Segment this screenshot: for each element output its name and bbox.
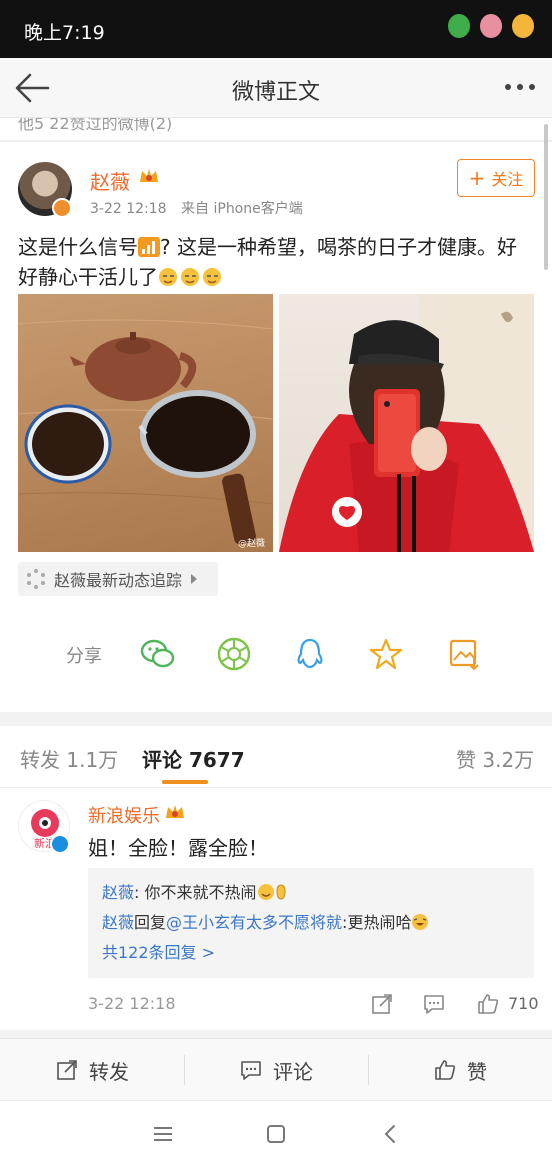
share-comment-icon[interactable]	[370, 992, 394, 1016]
status-icons	[448, 14, 534, 38]
post-source: 来自 iPhone客户端	[181, 201, 303, 217]
qq-icon[interactable]	[292, 636, 328, 672]
divider	[0, 140, 552, 142]
post-meta: 3-22 12:18 来自 iPhone客户端	[90, 198, 313, 218]
like-button[interactable]: 赞	[368, 1039, 552, 1101]
crown-icon	[140, 169, 158, 182]
more-icon[interactable]	[500, 72, 540, 102]
author-name[interactable]: 赵薇	[90, 166, 130, 195]
comment-text: 姐！全脸！露全脸！	[88, 836, 268, 860]
share-label: 分享	[66, 646, 102, 667]
moments-icon[interactable]	[216, 636, 252, 672]
tab-repost[interactable]: 转发 1.1万	[20, 744, 118, 773]
home-icon[interactable]	[263, 1121, 289, 1147]
cut-off-row: 他5 22赞过的微博(2)	[0, 118, 552, 132]
loading-icon	[27, 569, 45, 589]
repost-icon	[57, 1060, 77, 1080]
reply-box[interactable]: 赵薇: 你不来就不热闹 赵薇回复@王小玄有太多不愿将就:更热闹哈 共122条回复…	[88, 868, 534, 978]
reply-user[interactable]: 赵薇	[102, 913, 134, 932]
section-gap	[0, 712, 552, 726]
divider	[0, 1030, 552, 1038]
tracker-label: 赵薇最新动态追踪	[54, 571, 183, 590]
status-bar: 晚上7:19	[0, 0, 552, 58]
like-label: 赞	[467, 1059, 487, 1084]
tab-like[interactable]: 赞 3.2万	[456, 744, 534, 773]
laugh-emoji-icon	[257, 884, 286, 900]
laugh-cry-emoji-icon	[412, 914, 429, 930]
reply-separator: :	[134, 883, 145, 902]
comment-button[interactable]: 评论	[184, 1039, 368, 1101]
commenter-verified-icon	[50, 834, 70, 854]
system-nav-bar	[0, 1100, 552, 1166]
watermark: @赵薇	[238, 537, 265, 549]
reply-item: 赵薇: 你不来就不热闹	[102, 878, 520, 908]
wechat-icon[interactable]	[140, 636, 176, 672]
reply-action: 回复	[134, 913, 167, 932]
reply-item: 赵薇回复@王小玄有太多不愿将就:更热闹哈	[102, 908, 520, 938]
cat-icon	[512, 14, 534, 38]
plus-icon: +	[468, 166, 486, 190]
follow-button[interactable]: + 关注	[457, 159, 535, 197]
post-text-part-1: 这是什么信号	[18, 235, 138, 259]
follow-label: 关注	[491, 170, 524, 189]
repost-button[interactable]: 转发	[0, 1039, 184, 1101]
thumbs-up-icon	[435, 1060, 456, 1080]
clover-icon	[448, 14, 470, 38]
post-text: 这是什么信号? 这是一种希望，喝茶的日子才健康。好好静心干活儿了	[18, 232, 534, 292]
selfie-illustration	[279, 294, 534, 552]
teapot-illustration: @赵薇	[18, 319, 273, 549]
back-icon[interactable]	[378, 1121, 404, 1147]
tab-comment[interactable]: 评论 7677	[142, 744, 245, 773]
menu-icon[interactable]	[150, 1121, 176, 1147]
reply-comment-icon[interactable]	[422, 992, 446, 1016]
tearful-emoji-icon	[159, 268, 221, 286]
comment-tabs: 转发 1.1万 评论 7677 赞 3.2万	[0, 726, 552, 788]
more-replies-link[interactable]: 共122条回复 >	[102, 938, 520, 968]
status-time: 晚上7:19	[24, 22, 105, 44]
nav-bar: 微博正文	[0, 58, 552, 118]
page-title: 微博正文	[231, 80, 320, 105]
reply-mention[interactable]: @王小玄有太多不愿将就	[166, 913, 342, 932]
commenter-name[interactable]: 新浪娱乐	[88, 802, 160, 828]
like-icon[interactable]	[476, 992, 500, 1016]
favorite-icon[interactable]	[368, 636, 404, 672]
reply-user[interactable]: 赵薇	[102, 883, 134, 902]
flower-icon	[480, 14, 502, 38]
share-row: 分享	[0, 632, 552, 676]
cut-off-text: 他5 22赞过的微博(2)	[18, 118, 173, 132]
comment-date: 3-22 12:18	[88, 994, 176, 1013]
comment-footer: 3-22 12:18 710	[88, 990, 539, 1020]
repost-label: 转发	[89, 1059, 129, 1084]
save-image-icon[interactable]	[446, 636, 482, 672]
comment-icon	[241, 1061, 261, 1080]
post-photo-selfie[interactable]	[279, 294, 534, 552]
reply-text: 你不来就不热闹	[144, 883, 257, 902]
play-arrow-icon	[191, 574, 198, 584]
crown-icon	[166, 805, 184, 818]
verified-badge-icon	[52, 198, 72, 218]
post-photo-teapot[interactable]: @赵薇	[18, 294, 273, 552]
tracker-chip[interactable]: 赵薇最新动态追踪	[18, 562, 218, 596]
scrollbar[interactable]	[544, 124, 548, 270]
bottom-action-bar: 转发 评论 赞	[0, 1038, 552, 1100]
post-date: 3-22 12:18	[90, 201, 167, 217]
tab-active-indicator	[162, 780, 208, 784]
comment-label: 评论	[273, 1059, 313, 1084]
reply-text: :更热闹哈	[342, 913, 412, 932]
like-count: 710	[508, 994, 539, 1013]
signal-emoji-icon	[138, 237, 160, 257]
